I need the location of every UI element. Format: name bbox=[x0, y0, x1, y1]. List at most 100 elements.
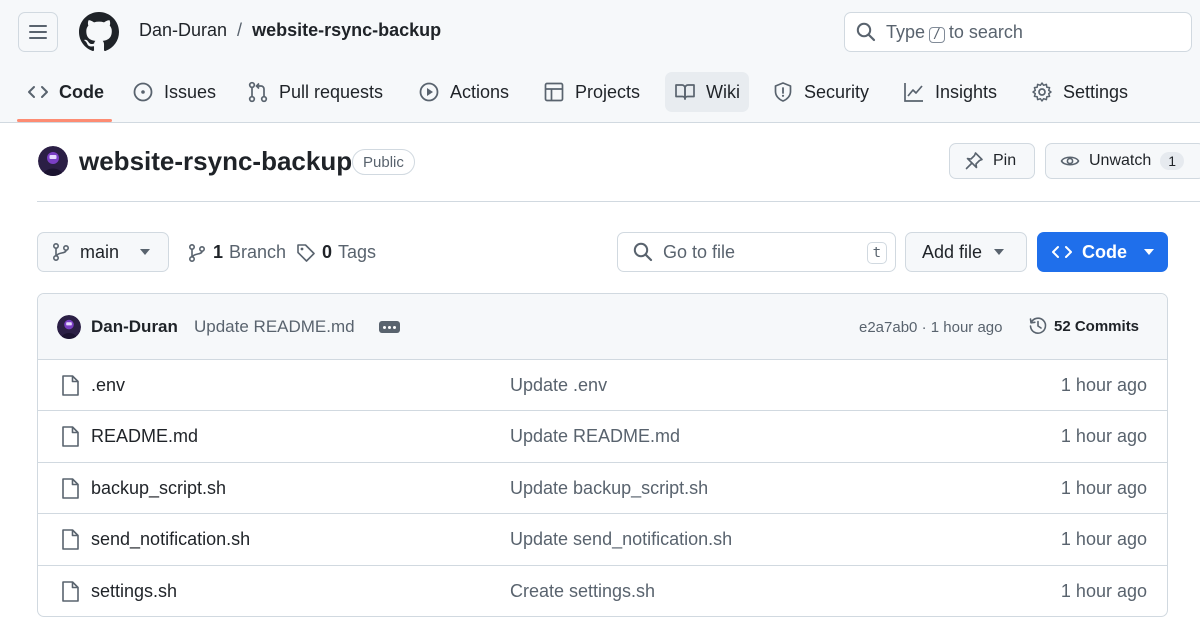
file-commit-message-link[interactable]: Update .env bbox=[510, 375, 607, 396]
commit-sha-link[interactable]: e2a7ab0 bbox=[859, 319, 917, 336]
tab-label: Pull requests bbox=[279, 81, 384, 102]
code-icon bbox=[28, 86, 48, 98]
file-icon bbox=[62, 375, 79, 396]
dot-separator: · bbox=[921, 319, 927, 336]
tags-link[interactable]: 0 Tags bbox=[296, 242, 376, 263]
graph-icon bbox=[904, 83, 923, 102]
file-name-link[interactable]: README.md bbox=[91, 426, 198, 447]
section-divider bbox=[37, 201, 1200, 202]
tab-security[interactable]: Security bbox=[763, 72, 878, 112]
tab-label: Settings bbox=[1063, 81, 1129, 102]
pin-button[interactable]: Pin bbox=[949, 143, 1035, 179]
pin-label: Pin bbox=[993, 152, 1017, 169]
code-icon bbox=[1052, 246, 1072, 258]
file-commit-message-link[interactable]: Create settings.sh bbox=[510, 581, 655, 602]
gear-icon bbox=[1032, 82, 1052, 102]
tab-label: Code bbox=[59, 81, 104, 102]
history-icon bbox=[1029, 317, 1047, 334]
file-commit-time: 1 hour ago bbox=[1060, 477, 1147, 498]
issue-opened-icon bbox=[133, 82, 153, 102]
global-header: Dan-Duran / website-rsync-backup Type / to… bbox=[0, 0, 1200, 123]
menu-button[interactable] bbox=[18, 12, 58, 52]
ellipsis-icon bbox=[383, 325, 386, 329]
global-search-input[interactable]: Type / to search bbox=[844, 12, 1192, 52]
tab-label: Projects bbox=[575, 81, 641, 102]
file-commit-message-link[interactable]: Update backup_script.sh bbox=[510, 478, 708, 499]
tab-label: Wiki bbox=[706, 81, 740, 102]
tab-pull-requests[interactable]: Pull requests bbox=[238, 72, 392, 112]
file-commit-time: 1 hour ago bbox=[1060, 529, 1147, 550]
commits-label: 52 Commits bbox=[1054, 317, 1140, 335]
add-file-label: Add file bbox=[922, 241, 983, 262]
owner-avatar[interactable] bbox=[38, 146, 68, 176]
breadcrumb-repo-link[interactable]: website-rsync-backup bbox=[252, 20, 441, 41]
file-commit-message-link[interactable]: Update README.md bbox=[510, 426, 680, 447]
tab-projects[interactable]: Projects bbox=[534, 72, 649, 112]
file-row[interactable]: send_notification.sh Update send_notific… bbox=[38, 514, 1167, 566]
file-row[interactable]: settings.sh Create settings.sh 1 hour ag… bbox=[38, 566, 1167, 616]
commits-history-link[interactable]: 52 Commits bbox=[1028, 316, 1139, 336]
pin-icon bbox=[965, 152, 983, 170]
branch-select-button[interactable]: main bbox=[37, 232, 169, 272]
tab-issues[interactable]: Issues bbox=[123, 72, 225, 112]
file-commit-time: 1 hour ago bbox=[1060, 375, 1147, 395]
tab-code[interactable]: Code bbox=[18, 72, 113, 112]
tab-settings[interactable]: Settings bbox=[1022, 72, 1137, 112]
tab-wiki[interactable]: Wiki bbox=[665, 72, 749, 112]
file-commit-time: 1 hour ago bbox=[1060, 426, 1147, 447]
file-name-link[interactable]: settings.sh bbox=[91, 581, 177, 602]
tab-label: Actions bbox=[450, 81, 510, 102]
git-branch-icon bbox=[188, 243, 206, 262]
watch-count-badge: 1 bbox=[1160, 152, 1185, 170]
git-pull-request-icon bbox=[248, 81, 268, 103]
caret-down-icon bbox=[1144, 249, 1154, 255]
commit-author-avatar[interactable] bbox=[57, 315, 81, 339]
file-row[interactable]: .env Update .env 1 hour ago bbox=[38, 360, 1167, 412]
breadcrumb-owner-link[interactable]: Dan-Duran bbox=[139, 20, 227, 41]
go-to-file-input[interactable]: Go to file t bbox=[617, 232, 896, 272]
unwatch-label: Unwatch bbox=[1089, 152, 1152, 169]
file-name-link[interactable]: .env bbox=[91, 375, 125, 396]
file-row[interactable]: backup_script.sh Update backup_script.sh… bbox=[38, 463, 1167, 515]
shield-icon bbox=[774, 82, 792, 102]
branch-count: 1 bbox=[213, 242, 224, 262]
tab-actions[interactable]: Actions bbox=[409, 72, 518, 112]
commit-sha-and-time: e2a7ab0 · 1 hour ago bbox=[859, 319, 1002, 336]
table-icon bbox=[544, 82, 564, 102]
branches-link[interactable]: 1 Branch bbox=[187, 242, 286, 263]
search-icon bbox=[856, 22, 876, 42]
github-logo-icon[interactable] bbox=[79, 12, 119, 52]
tag-count: 0 bbox=[322, 242, 333, 262]
code-button-label: Code bbox=[1082, 241, 1127, 262]
file-commit-message-link[interactable]: Update send_notification.sh bbox=[510, 529, 732, 550]
file-name-link[interactable]: backup_script.sh bbox=[91, 478, 226, 499]
breadcrumb: Dan-Duran / website-rsync-backup bbox=[139, 20, 441, 41]
search-shortcut-key: / bbox=[929, 26, 945, 43]
git-branch-icon bbox=[52, 242, 70, 262]
file-row[interactable]: README.md Update README.md 1 hour ago bbox=[38, 411, 1167, 463]
tab-label: Issues bbox=[164, 81, 217, 102]
repo-title[interactable]: website-rsync-backup bbox=[79, 146, 352, 177]
tab-label: Security bbox=[804, 81, 870, 102]
commit-time: 1 hour ago bbox=[930, 319, 1003, 336]
eye-icon bbox=[1060, 156, 1080, 166]
go-to-file-placeholder: Go to file bbox=[663, 241, 736, 262]
book-icon bbox=[675, 84, 695, 100]
tag-label: Tags bbox=[338, 242, 377, 262]
selected-tab-indicator bbox=[17, 119, 112, 122]
file-commit-time: 1 hour ago bbox=[1060, 580, 1147, 601]
file-name-link[interactable]: send_notification.sh bbox=[91, 529, 250, 550]
commit-message-link[interactable]: Update README.md bbox=[194, 317, 355, 337]
tab-insights[interactable]: Insights bbox=[894, 72, 1006, 112]
search-placeholder: Type / to search bbox=[886, 21, 1023, 43]
branch-name: main bbox=[80, 241, 120, 262]
file-browser: Dan-Duran Update README.md e2a7ab0 · 1 h… bbox=[37, 293, 1168, 617]
commit-details-toggle[interactable] bbox=[379, 321, 400, 333]
file-icon bbox=[62, 580, 79, 602]
code-dropdown-button[interactable]: Code bbox=[1037, 232, 1168, 272]
search-icon bbox=[633, 242, 653, 262]
commit-author-link[interactable]: Dan-Duran bbox=[91, 317, 178, 337]
unwatch-button[interactable]: Unwatch 1 bbox=[1045, 143, 1200, 179]
visibility-badge: Public bbox=[352, 149, 415, 175]
add-file-button[interactable]: Add file bbox=[905, 232, 1027, 272]
